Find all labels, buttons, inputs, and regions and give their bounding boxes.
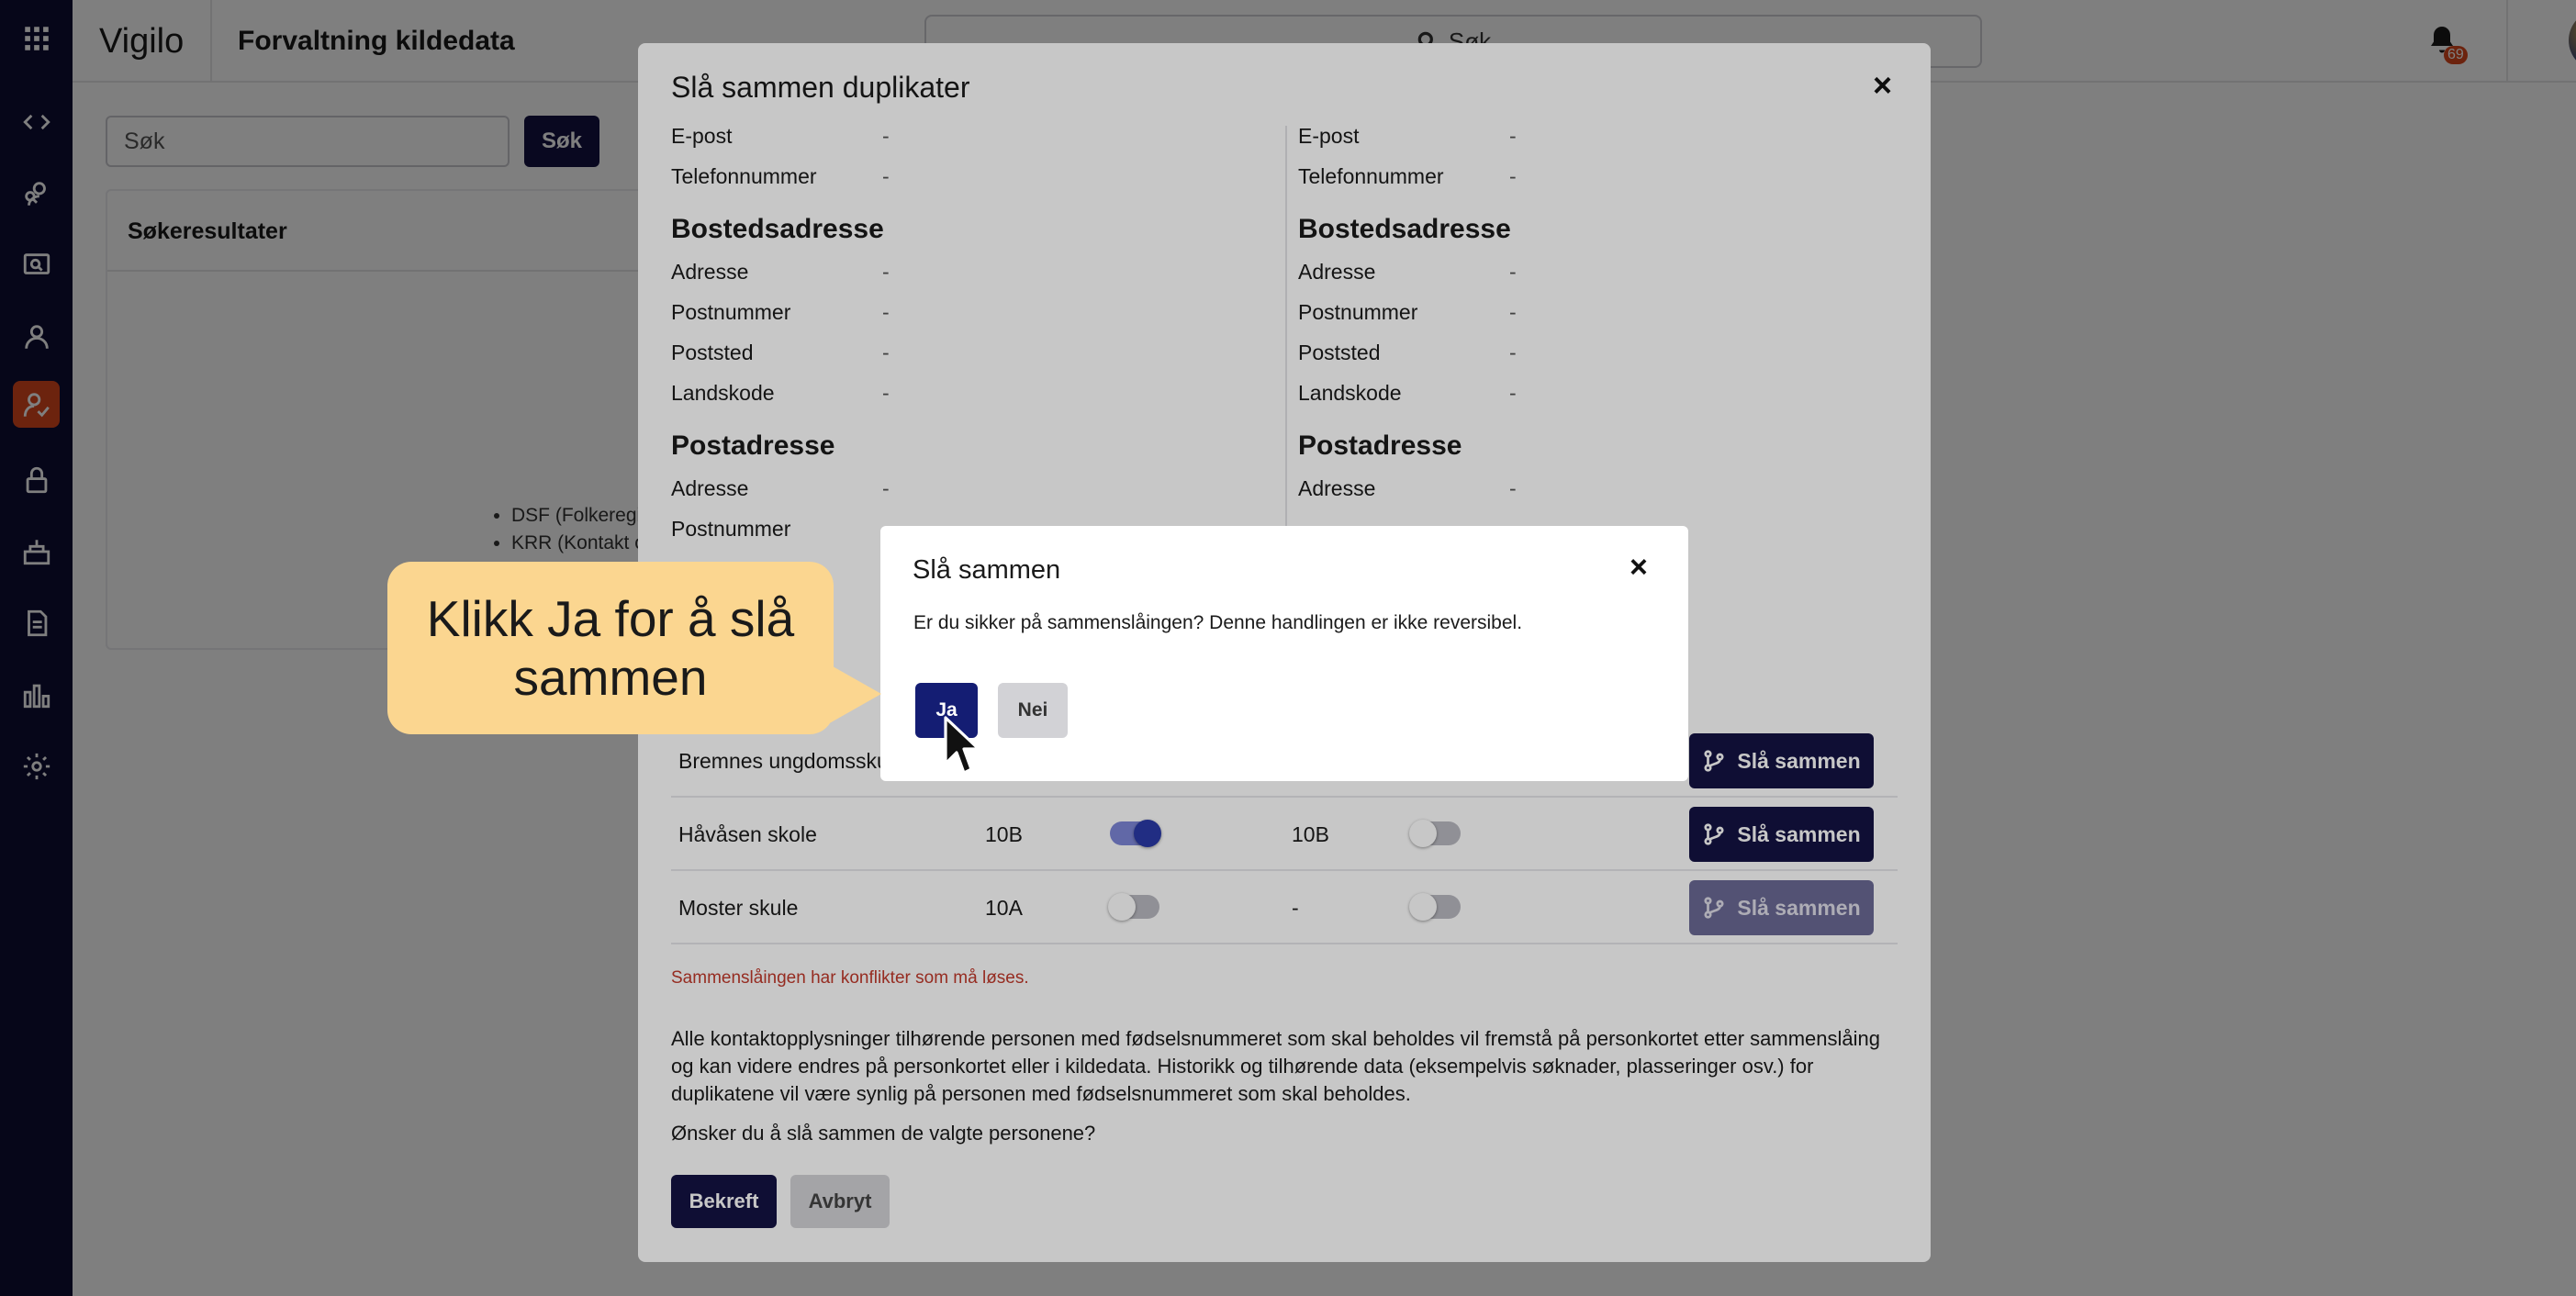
dialog-message: Er du sikker på sammenslåingen? Denne ha… — [913, 612, 1523, 633]
tutorial-callout: Klikk Ja for å slå sammen — [387, 562, 834, 734]
callout-pointer — [826, 663, 881, 725]
dialog-title: Slå sammen — [913, 555, 1061, 585]
mouse-cursor-icon — [944, 716, 980, 775]
confirm-merge-dialog: Slå sammen × Er du sikker på sammenslåin… — [880, 526, 1688, 781]
no-button[interactable]: Nei — [998, 683, 1068, 738]
close-icon[interactable]: × — [1630, 550, 1648, 586]
